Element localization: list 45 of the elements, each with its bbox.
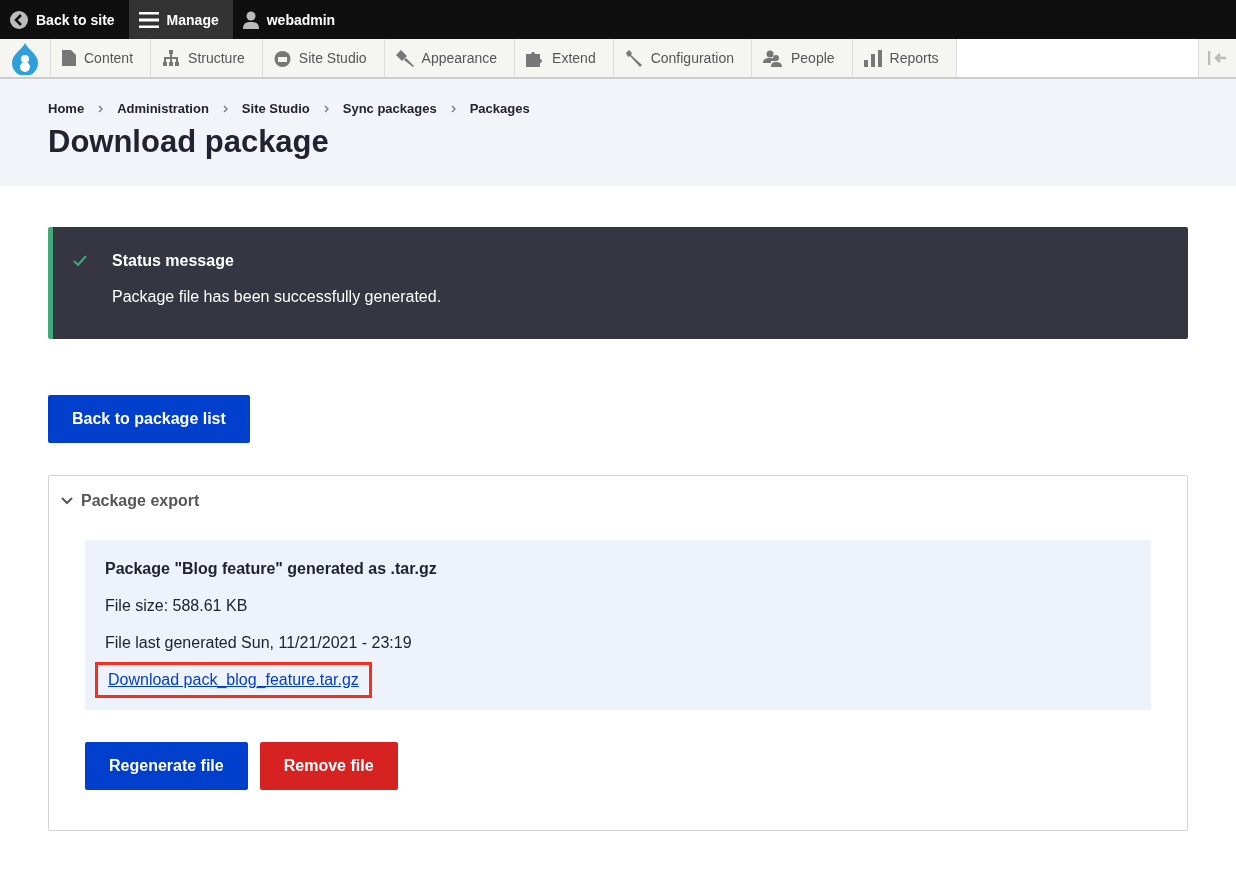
breadcrumb-link[interactable]: Home (48, 101, 85, 116)
document-icon (62, 50, 76, 66)
brush-icon (395, 49, 414, 67)
wrench-icon (624, 49, 643, 67)
breadcrumb-link[interactable]: Packages (469, 101, 530, 116)
package-heading: Package "Blog feature" generated as .tar.gz (105, 560, 437, 578)
breadcrumb-link[interactable]: Site Studio (241, 101, 310, 116)
status-title: Status message (112, 252, 235, 270)
hierarchy-icon (162, 50, 181, 66)
drop-logo-icon[interactable] (10, 41, 40, 75)
chevron-right-icon (222, 104, 228, 113)
chevron-right-icon (323, 104, 329, 113)
breadcrumb-link[interactable]: Administration (117, 101, 209, 116)
remove-button[interactable]: Remove file (259, 742, 398, 790)
menu-item[interactable]: Reports (852, 39, 957, 77)
details-summary[interactable]: Package export (61, 476, 200, 526)
back-to-list-button[interactable]: Back to package list (48, 395, 250, 443)
regenerate-button[interactable]: Regenerate file (85, 742, 248, 790)
status-text: Package file has been successfully generated. (112, 288, 443, 306)
bar-chart-icon (863, 49, 882, 67)
user-icon (242, 10, 259, 29)
menu-item[interactable]: Structure (151, 39, 263, 77)
puzzle-icon (526, 49, 545, 67)
back-to-site-link[interactable]: Back to site (0, 0, 129, 39)
menu-item[interactable]: Extend (515, 39, 614, 77)
breadcrumb-link[interactable]: Sync packages (342, 101, 437, 116)
collapse-arrow-icon (1207, 51, 1228, 65)
check-icon (73, 255, 87, 267)
file-size-text: File size: 588.61 KB (105, 597, 248, 615)
menu-item[interactable]: Site Studio (262, 39, 385, 77)
user-tab[interactable]: webadmin (232, 0, 350, 39)
menu-item[interactable]: Configuration (613, 39, 752, 77)
menu-icon (138, 11, 159, 28)
people-icon (762, 49, 783, 67)
page-title: Download package (48, 124, 330, 160)
chevron-right-icon (450, 104, 456, 113)
download-link[interactable]: Download pack_blog_feature.tar.gz (95, 662, 372, 698)
chevron-right-icon (98, 104, 104, 113)
menu-item[interactable]: Appearance (384, 39, 516, 77)
collapse-toolbar-button[interactable] (1198, 39, 1236, 77)
generated-date-text: File last generated Sun, 11/21/2021 - 23:19 (105, 634, 412, 652)
chevron-icon (61, 497, 73, 505)
menu-item[interactable]: People (751, 39, 853, 77)
manage-tab[interactable]: Manage (128, 0, 233, 39)
menu-item[interactable]: Content (51, 39, 152, 77)
